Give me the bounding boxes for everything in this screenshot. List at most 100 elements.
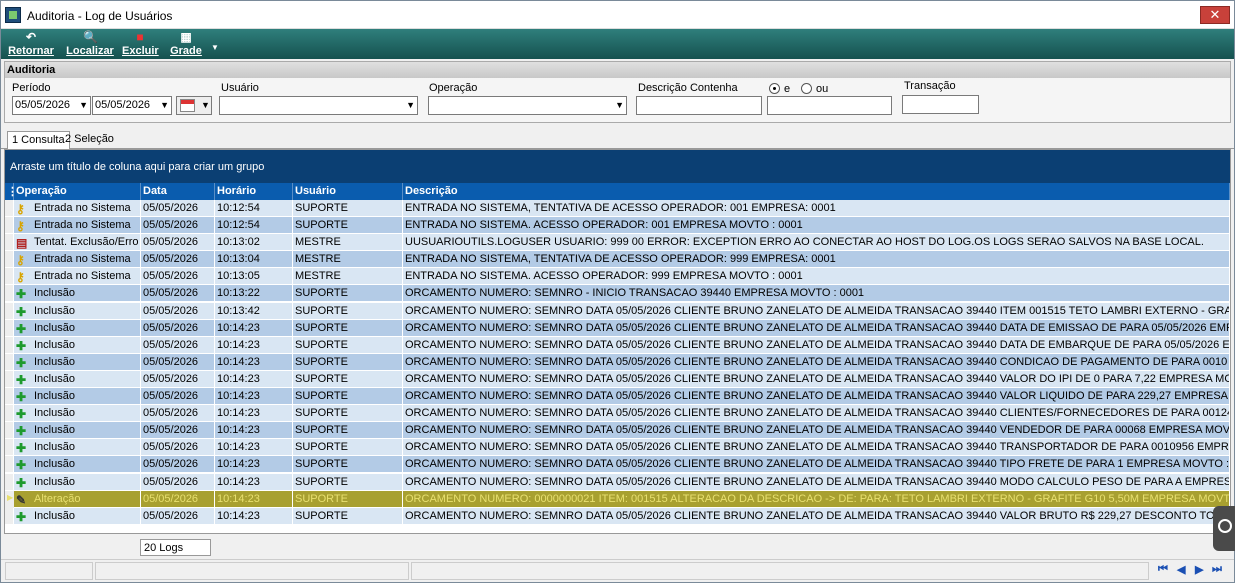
group-by-area[interactable]: Arraste um título de coluna aqui para cr… [5,150,1230,183]
grade-button[interactable]: ▦ Grade [169,31,203,58]
app-icon [5,7,21,23]
descricao-input[interactable] [636,96,762,115]
last-record-icon[interactable]: ⏭ [1212,563,1222,576]
cell-operacao-text: Inclusão [34,458,75,471]
cell-data: 05/05/2026 [141,336,215,354]
date-from-picker[interactable]: 05/05/2026 ▼ [12,96,91,115]
cell-operacao: ✚ Inclusão [14,405,141,423]
excluir-label: Excluir [122,45,159,57]
col-horario[interactable]: Horário [215,183,293,200]
cell-horario: 10:14:23 [215,490,293,508]
table-row[interactable]: ✚ Inclusão 05/05/2026 10:14:23 SUPORTE ORCAME… [5,353,1230,371]
cell-descricao: UUSUARIOUTILS.LOGUSER USUARIO: 999 00 ER… [403,234,1230,252]
row-indicator [5,234,14,252]
cell-operacao-text: Alteração [34,492,81,505]
cell-data: 05/05/2026 [141,439,215,457]
cell-descricao: ORCAMENTO NUMERO: SEMNRO DATA 05/05/2026… [403,302,1230,320]
radio-e[interactable] [769,83,780,94]
cell-descricao: ENTRADA NO SISTEMA. ACESSO OPERADOR: 999… [403,268,1230,286]
excluir-button[interactable]: ■ Excluir [122,31,159,58]
table-row[interactable]: ✚ Inclusão 05/05/2026 10:14:23 SUPORTE ORCAME… [5,388,1230,406]
table-row[interactable]: ✚ Inclusão 05/05/2026 10:14:23 SUPORTE ORCAME… [5,370,1230,388]
row-indicator [5,285,14,303]
cell-descricao: ORCAMENTO NUMERO: SEMNRO DATA 05/05/2026… [403,405,1230,423]
key-icon: ⚷ [16,253,25,268]
cell-horario: 10:13:22 [215,285,293,303]
prev-record-icon[interactable]: ◀ [1177,563,1185,576]
cell-usuario: SUPORTE [293,388,403,406]
table-row[interactable]: ✚ Inclusão 05/05/2026 10:14:23 SUPORTE ORCAME… [5,473,1230,491]
retornar-button[interactable]: ↶ Retornar [7,31,55,58]
transacao-input[interactable] [902,95,979,114]
grade-dropdown-icon[interactable]: ▼ [211,43,219,52]
descricao-input-2[interactable] [767,96,892,115]
cell-horario: 10:14:23 [215,439,293,457]
table-row[interactable]: ⚷ Entrada no Sistema 05/05/2026 10:12:54 SUP… [5,217,1230,235]
radio-ou-label: ou [816,83,829,95]
usuario-select[interactable]: ▼ [219,96,418,115]
col-data[interactable]: Data [141,183,215,200]
cell-usuario: SUPORTE [293,200,403,217]
cell-descricao: ENTRADA NO SISTEMA, TENTATIVA DE ACESSO … [403,200,1230,217]
cell-operacao: ▤ Tentat. Exclusão/Erro ( [14,234,141,252]
table-row[interactable]: ✚ Inclusão 05/05/2026 10:14:23 SUPORTE ORCAME… [5,456,1230,474]
cell-horario: 10:14:23 [215,456,293,474]
cell-data: 05/05/2026 [141,490,215,508]
table-row[interactable]: ✚ Inclusão 05/05/2026 10:13:42 SUPORTE ORCAME… [5,302,1230,320]
table-row[interactable]: ⚷ Entrada no Sistema 05/05/2026 10:13:05 MES… [5,268,1230,286]
cell-operacao: ✚ Inclusão [14,319,141,337]
operacao-select[interactable]: ▼ [428,96,627,115]
table-row[interactable]: ✚ Inclusão 05/05/2026 10:14:23 SUPORTE ORCAME… [5,319,1230,337]
table-row[interactable]: ⚷ Entrada no Sistema 05/05/2026 10:12:54 SUP… [5,200,1230,217]
cell-operacao: ⚷ Entrada no Sistema [14,251,141,269]
cell-usuario: SUPORTE [293,319,403,337]
radio-ou[interactable] [801,83,812,94]
cell-operacao: ✚ Inclusão [14,473,141,491]
table-row[interactable]: ✚ Inclusão 05/05/2026 10:14:23 SUPORTE ORCAME… [5,422,1230,440]
table-row[interactable]: ✚ Inclusão 05/05/2026 10:14:23 SUPORTE ORCAME… [5,439,1230,457]
column-chooser-icon[interactable]: ⋮ [5,183,18,200]
table-row[interactable]: ✚ Inclusão 05/05/2026 10:14:23 SUPORTE ORCAME… [5,336,1230,354]
usuario-label: Usuário [221,82,259,94]
cell-descricao: ORCAMENTO NUMERO: SEMNRO DATA 05/05/2026… [403,456,1230,474]
cell-data: 05/05/2026 [141,405,215,423]
cell-usuario: SUPORTE [293,370,403,388]
plus-icon: ✚ [16,458,27,473]
cell-descricao: ORCAMENTO NUMERO: SEMNRO DATA 05/05/2026… [403,473,1230,491]
row-indicator [5,422,14,440]
cell-operacao: ✚ Inclusão [14,439,141,457]
table-row[interactable]: ✚ Inclusão 05/05/2026 10:13:22 SUPORTE ORCAME… [5,285,1230,303]
table-row[interactable]: ⚷ Entrada no Sistema 05/05/2026 10:13:04 MES… [5,251,1230,269]
filter-group-title: Auditoria [5,62,1230,78]
col-operacao[interactable]: Operação [14,183,141,200]
operacao-label: Operação [429,82,478,94]
table-row[interactable]: ▶ ✎ Alteração 05/05/2026 10:14:23 SUPORTE ORCA… [5,490,1230,508]
cell-operacao-text: Inclusão [34,475,75,488]
next-record-icon[interactable]: ▶ [1195,563,1203,576]
cell-data: 05/05/2026 [141,388,215,406]
cell-operacao: ✚ Inclusão [14,388,141,406]
col-usuario[interactable]: Usuário [293,183,403,200]
close-button[interactable]: ✕ [1200,6,1230,24]
side-panel-toggle[interactable] [1213,506,1235,551]
chevron-down-icon: ▼ [201,100,210,110]
localizar-button[interactable]: 🔍 Localizar [66,31,114,58]
plus-icon: ✚ [16,355,27,370]
plus-icon: ✚ [16,424,27,439]
calendar-button[interactable]: ▼ [176,96,212,115]
table-row[interactable]: ✚ Inclusão 05/05/2026 10:14:23 SUPORTE ORCAME… [5,507,1230,525]
cell-descricao: ENTRADA NO SISTEMA, TENTATIVA DE ACESSO … [403,251,1230,269]
first-record-icon[interactable]: ⏮ [1158,563,1168,576]
cell-operacao-text: Inclusão [34,321,75,334]
edit-icon: ✎ [16,492,27,507]
table-row[interactable]: ▤ Tentat. Exclusão/Erro (05/05/2026 10:13:… [5,234,1230,252]
col-descricao[interactable]: Descrição [403,183,1230,200]
table-row[interactable]: ✚ Inclusão 05/05/2026 10:14:23 SUPORTE ORCAME… [5,405,1230,423]
log-count: 20 Logs [140,539,211,556]
cell-operacao-text: Inclusão [34,304,75,317]
tab-selecao[interactable]: 2 Seleção [61,131,118,149]
cell-horario: 10:13:04 [215,251,293,269]
status-section-1 [5,562,93,580]
date-to-picker[interactable]: 05/05/2026 ▼ [92,96,172,115]
cell-operacao: ⚷ Entrada no Sistema [14,200,141,217]
